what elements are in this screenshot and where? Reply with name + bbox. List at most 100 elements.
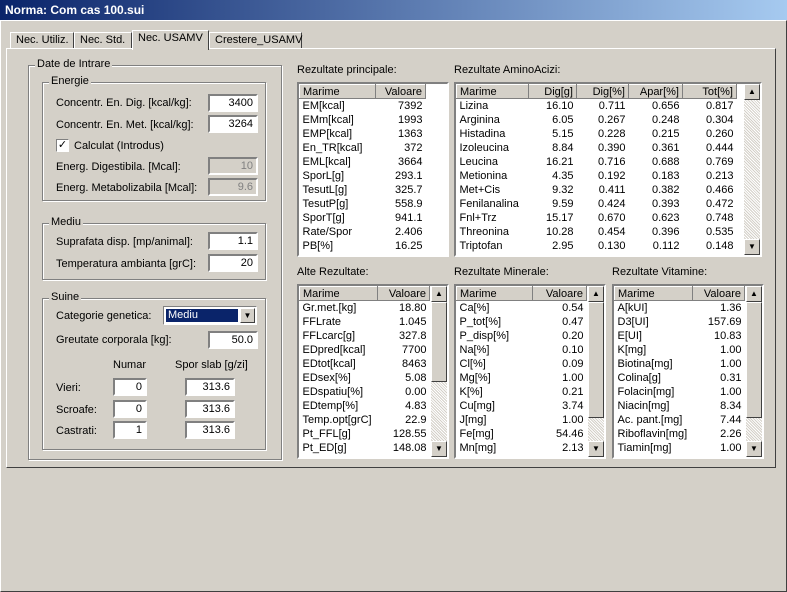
column-header[interactable]: Marime xyxy=(299,286,378,301)
table-row[interactable]: Fenilanalina 9.59 0.424 0.393 0.472 xyxy=(457,197,737,211)
table-row[interactable]: TesutP[g] 558.9 xyxy=(300,197,426,211)
table-row[interactable]: Mn[mg] 2.13 xyxy=(457,441,587,455)
vitamin-results-grid[interactable]: Marime Valoare A[kUI] 1.36 D3[UI] 157.69 E[U… xyxy=(612,284,764,459)
tab-nec-std[interactable]: Nec. Std. xyxy=(74,32,132,48)
table-row[interactable]: P_disp[%] 0.20 xyxy=(457,329,587,343)
table-row[interactable]: TesutL[g] 325.7 xyxy=(300,183,426,197)
column-header[interactable]: Valoare xyxy=(375,84,426,99)
en-dig-field[interactable]: 3400 xyxy=(208,94,258,112)
scroll-up-icon[interactable]: ▲ xyxy=(744,84,760,100)
scroll-thumb[interactable] xyxy=(431,302,447,382)
en-met-field[interactable]: 3264 xyxy=(208,115,258,133)
amino-scrollbar[interactable]: ▲ ▼ xyxy=(744,84,760,255)
table-row[interactable]: Na[%] 0.10 xyxy=(457,343,587,357)
table-row[interactable]: Ac. pant.[mg] 7.44 xyxy=(615,413,745,427)
table-row[interactable]: Lizina 16.10 0.711 0.656 0.817 xyxy=(457,99,737,114)
tab-crestere-usamv[interactable]: Crestere_USAMV xyxy=(209,32,302,48)
scroafe-numar-field[interactable]: 0 xyxy=(113,400,147,418)
table-row[interactable]: J[mg] 1.00 xyxy=(457,413,587,427)
mineral-scrollbar[interactable]: ▲ ▼ xyxy=(588,286,604,457)
table-row[interactable]: EDtemp[%] 4.83 xyxy=(300,399,430,413)
table-row[interactable]: Fe[mg] 54.46 xyxy=(457,427,587,441)
scroll-up-icon[interactable]: ▲ xyxy=(431,286,447,302)
suprafata-field[interactable]: 1.1 xyxy=(208,232,258,250)
table-row[interactable]: Izoleucina 8.84 0.390 0.361 0.444 xyxy=(457,141,737,155)
other-scrollbar[interactable]: ▲ ▼ xyxy=(431,286,447,457)
scroll-up-icon[interactable]: ▲ xyxy=(588,286,604,302)
table-row[interactable]: SporT[g] 941.1 xyxy=(300,211,426,225)
table-row[interactable]: Pt_FFL[g] 128.55 xyxy=(300,427,430,441)
table-row[interactable]: Colina[g] 0.31 xyxy=(615,371,745,385)
table-row[interactable]: Histadina 5.15 0.228 0.215 0.260 xyxy=(457,127,737,141)
table-row[interactable]: Biotina[mg] 1.00 xyxy=(615,357,745,371)
table-row[interactable]: EDspatiu[%] 0.00 xyxy=(300,385,430,399)
mineral-results-grid[interactable]: Marime Valoare Ca[%] 0.54 P_tot[%] 0.47 P_di… xyxy=(454,284,606,459)
table-row[interactable]: A[kUI] 1.36 xyxy=(615,301,745,316)
table-row[interactable]: Arginina 6.05 0.267 0.248 0.304 xyxy=(457,113,737,127)
table-row[interactable]: EMm[kcal] 1993 xyxy=(300,113,426,127)
table-row[interactable]: Leucina 16.21 0.716 0.688 0.769 xyxy=(457,155,737,169)
table-row[interactable]: Temp.opt[grC] 22.9 xyxy=(300,413,430,427)
main-results-grid[interactable]: Marime Valoare EM[kcal] 7392 EMm[kcal] 1993… xyxy=(297,82,449,257)
vieri-numar-field[interactable]: 0 xyxy=(113,378,147,396)
table-row[interactable]: EMP[kcal] 1363 xyxy=(300,127,426,141)
column-header[interactable]: Valoare xyxy=(692,286,745,301)
table-row[interactable]: PB[%] 16.25 xyxy=(300,239,426,253)
tab-nec-usamv[interactable]: Nec. USAMV xyxy=(132,30,209,50)
column-header[interactable]: Valoare xyxy=(532,286,587,301)
table-row[interactable]: Tiamin[mg] 1.00 xyxy=(615,441,745,455)
table-row[interactable]: Triptofan 2.95 0.130 0.112 0.148 xyxy=(457,239,737,253)
table-row[interactable]: P_tot[%] 0.47 xyxy=(457,315,587,329)
table-row[interactable]: EML[kcal] 3664 xyxy=(300,155,426,169)
table-row[interactable]: E[UI] 10.83 xyxy=(615,329,745,343)
chevron-down-icon[interactable]: ▼ xyxy=(240,308,255,323)
column-header[interactable]: Valoare xyxy=(377,286,430,301)
table-row[interactable]: Threonina 10.28 0.454 0.396 0.535 xyxy=(457,225,737,239)
scroll-down-icon[interactable]: ▼ xyxy=(588,441,604,457)
categorie-dropdown[interactable]: Mediu ▼ xyxy=(163,306,257,325)
table-row[interactable]: Met+Cis 9.32 0.411 0.382 0.466 xyxy=(457,183,737,197)
tab-nec-utiliz[interactable]: Nec. Utiliz. xyxy=(10,32,74,48)
column-header[interactable]: Marime xyxy=(456,84,529,99)
scroll-thumb[interactable] xyxy=(588,302,604,418)
column-header[interactable]: Marime xyxy=(456,286,533,301)
column-header[interactable]: Dig[%] xyxy=(576,84,629,99)
scroll-thumb[interactable] xyxy=(746,302,762,418)
table-row[interactable]: K[mg] 1.00 xyxy=(615,343,745,357)
table-row[interactable]: D3[UI] 157.69 xyxy=(615,315,745,329)
table-row[interactable]: K[%] 0.21 xyxy=(457,385,587,399)
column-header[interactable]: Marime xyxy=(299,84,376,99)
table-row[interactable]: Gr.met.[kg] 18.80 xyxy=(300,301,430,316)
table-row[interactable]: Folacin[mg] 1.00 xyxy=(615,385,745,399)
scroll-up-icon[interactable]: ▲ xyxy=(746,286,762,302)
vitamin-scrollbar[interactable]: ▲ ▼ xyxy=(746,286,762,457)
temperatura-field[interactable]: 20 xyxy=(208,254,258,272)
scroafe-spor-field[interactable]: 313.6 xyxy=(185,400,235,418)
column-header[interactable]: Apar[%] xyxy=(628,84,683,99)
table-row[interactable]: Ca[%] 0.54 xyxy=(457,301,587,316)
table-row[interactable]: Metionina 4.35 0.192 0.183 0.213 xyxy=(457,169,737,183)
other-results-grid[interactable]: Marime Valoare Gr.met.[kg] 18.80 FFLrate 1.… xyxy=(297,284,449,459)
table-row[interactable]: Fnl+Trz 15.17 0.670 0.623 0.748 xyxy=(457,211,737,225)
table-row[interactable]: Mg[%] 1.00 xyxy=(457,371,587,385)
table-row[interactable]: Cl[%] 0.09 xyxy=(457,357,587,371)
scroll-down-icon[interactable]: ▼ xyxy=(746,441,762,457)
table-row[interactable]: Pt_ED[g] 148.08 xyxy=(300,441,430,455)
table-row[interactable]: Rate/Spor 2.406 xyxy=(300,225,426,239)
calculat-checkbox[interactable]: ✓ xyxy=(56,139,69,152)
table-row[interactable]: Niacin[mg] 8.34 xyxy=(615,399,745,413)
column-header[interactable]: Tot[%] xyxy=(682,84,737,99)
table-row[interactable]: FFLrate 1.045 xyxy=(300,315,430,329)
column-header[interactable]: Marime xyxy=(614,286,693,301)
table-row[interactable]: EM[kcal] 7392 xyxy=(300,99,426,114)
table-row[interactable]: SporL[g] 293.1 xyxy=(300,169,426,183)
vieri-spor-field[interactable]: 313.6 xyxy=(185,378,235,396)
table-row[interactable]: EDtot[kcal] 8463 xyxy=(300,357,430,371)
table-row[interactable]: EDsex[%] 5.08 xyxy=(300,371,430,385)
table-row[interactable]: Riboflavin[mg] 2.26 xyxy=(615,427,745,441)
amino-results-grid[interactable]: Marime Dig[g] Dig[%] Apar[%] Tot[%] Lizi… xyxy=(454,82,762,257)
table-row[interactable]: EDpred[kcal] 7700 xyxy=(300,343,430,357)
table-row[interactable]: FFLcarc[g] 327.8 xyxy=(300,329,430,343)
greutate-field[interactable]: 50.0 xyxy=(208,331,258,349)
scroll-down-icon[interactable]: ▼ xyxy=(744,239,760,255)
